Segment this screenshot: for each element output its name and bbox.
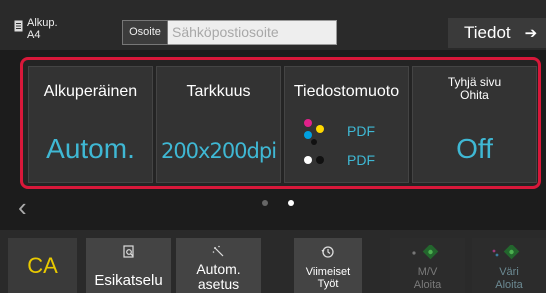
- magic-wand-icon: [176, 245, 261, 259]
- auto-set-label: Autom. asetus: [176, 262, 261, 292]
- blank-page-setting-title: Tyhjä sivu Ohita: [413, 76, 536, 102]
- address-label-button[interactable]: Osoite: [122, 20, 168, 45]
- color-dots-icon: [304, 119, 324, 145]
- arrow-right-icon: ➔: [524, 25, 538, 42]
- blank-page-setting-tile[interactable]: Tyhjä sivu Ohita Off: [412, 66, 537, 183]
- auto-set-label-line1: Autom.: [196, 261, 241, 277]
- recent-jobs-button[interactable]: Viimeiset Työt: [294, 238, 362, 293]
- recent-jobs-label-line1: Viimeiset: [305, 266, 351, 278]
- original-size: A4: [27, 29, 41, 41]
- page-dot-2-active[interactable]: [288, 200, 294, 206]
- original-setting-value: Autom.: [46, 133, 135, 164]
- bw-start-label-line2: Aloita: [413, 279, 442, 291]
- settings-panel: Alkuperäinen Autom. Tarkkuus 200x200dpi …: [20, 57, 541, 189]
- recent-jobs-label: Viimeiset Työt: [294, 266, 362, 290]
- resolution-setting-value: 200x200dpi: [160, 139, 277, 163]
- chevron-left-icon[interactable]: ‹: [18, 192, 27, 223]
- page-dot-1[interactable]: [262, 200, 268, 206]
- start-diamond-icon: [472, 245, 546, 260]
- preview-button[interactable]: Esikatselu: [86, 238, 171, 293]
- bw-start-label: M/V Aloita: [390, 266, 465, 292]
- color-start-label-line2: Aloita: [495, 279, 523, 291]
- details-label: Tiedot: [464, 23, 511, 42]
- resolution-setting-title: Tarkkuus: [186, 83, 251, 100]
- bw-start-label-line1: M/V: [417, 266, 438, 278]
- original-size-indicator: Alkup. A4: [14, 17, 58, 41]
- preview-label: Esikatselu: [94, 272, 163, 289]
- file-format-setting-tile[interactable]: Tiedostomuoto PDF PDF: [284, 66, 409, 183]
- color-start-label-line1: Väri: [499, 266, 519, 278]
- color-start-label: Väri Aloita: [472, 266, 546, 292]
- auto-set-button[interactable]: Autom. asetus: [176, 238, 261, 293]
- details-button[interactable]: Tiedot ➔: [448, 18, 546, 48]
- bw-start-button[interactable]: M/V Aloita: [390, 238, 465, 293]
- color-format-value: PDF: [347, 123, 375, 139]
- original-label: Alkup.: [27, 17, 58, 29]
- address-field-group: Osoite: [122, 20, 337, 45]
- mono-dots-icon: [304, 156, 324, 164]
- bottom-action-bar: CA Esikatselu Autom. asetus Viimeiset Ty…: [0, 230, 546, 293]
- color-start-button[interactable]: Väri Aloita: [472, 238, 546, 293]
- blank-page-title-line2: Ohita: [460, 88, 489, 102]
- email-address-input[interactable]: [168, 20, 337, 45]
- preview-icon: [86, 245, 171, 259]
- original-setting-title: Alkuperäinen: [43, 83, 138, 100]
- recent-jobs-label-line2: Työt: [317, 278, 339, 290]
- clear-all-button[interactable]: CA: [8, 238, 77, 293]
- document-icon: [14, 20, 23, 32]
- start-diamond-icon: [390, 245, 465, 260]
- file-format-setting-title: Tiedostomuoto: [293, 83, 400, 100]
- resolution-setting-tile[interactable]: Tarkkuus 200x200dpi: [156, 66, 281, 183]
- mono-format-value: PDF: [347, 152, 375, 168]
- history-icon: [294, 245, 362, 259]
- top-bar: Alkup. A4 Osoite Tiedot ➔: [0, 0, 546, 50]
- auto-set-label-line2: asetus: [197, 276, 240, 292]
- original-setting-tile[interactable]: Alkuperäinen Autom.: [28, 66, 153, 183]
- blank-page-setting-value: Off: [456, 133, 493, 164]
